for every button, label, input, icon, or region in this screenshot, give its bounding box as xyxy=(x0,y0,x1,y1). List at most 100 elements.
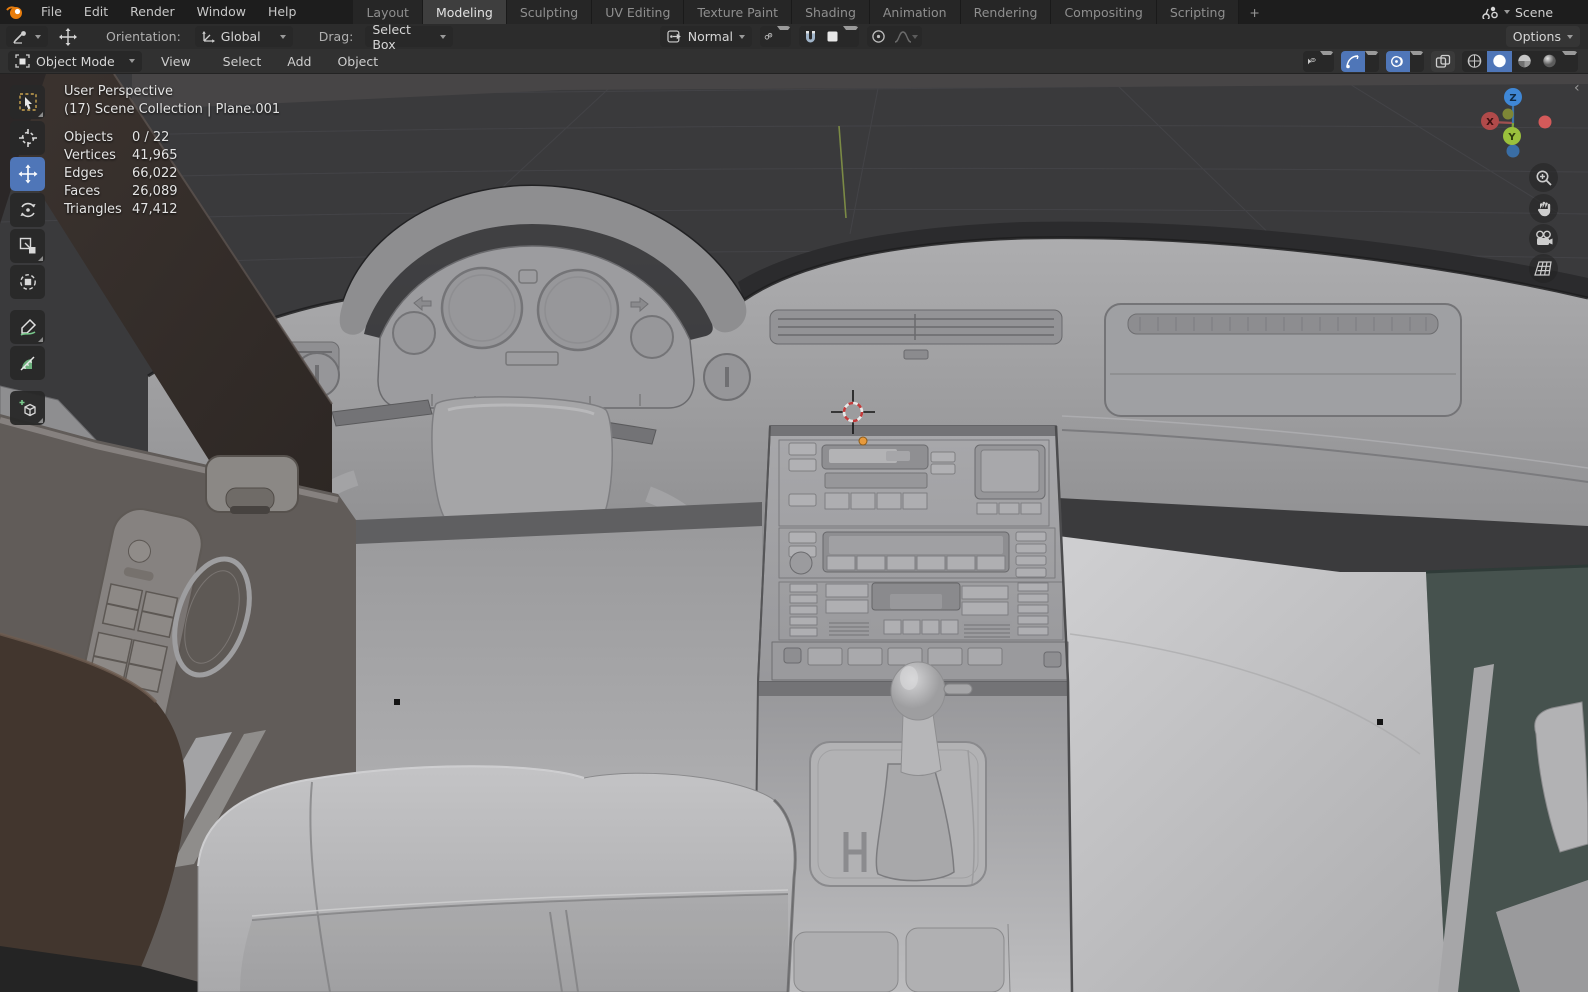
object-origin-dot xyxy=(858,436,868,446)
camera-view-button[interactable] xyxy=(1529,224,1558,253)
global-axes-icon xyxy=(201,31,215,43)
tab-rendering[interactable]: Rendering xyxy=(960,0,1052,24)
viewport-stats-overlay: User Perspective (17) Scene Collection |… xyxy=(64,84,281,217)
rotate-tool-icon xyxy=(19,202,36,218)
overlays-dropdown[interactable] xyxy=(1410,50,1424,72)
menu-add[interactable]: Add xyxy=(278,54,320,69)
workspace-tabs: Layout Modeling Sculpting UV Editing Tex… xyxy=(353,0,1269,24)
mode-value: Object Mode xyxy=(36,53,115,69)
axis-neg-y[interactable] xyxy=(1502,108,1514,120)
tab-sculpting[interactable]: Sculpting xyxy=(506,0,593,24)
transform-tool[interactable] xyxy=(10,265,45,299)
blender-logo-icon[interactable] xyxy=(0,4,30,20)
sidebar-collapse-arrow[interactable]: ‹ xyxy=(1574,80,1580,96)
menu-view[interactable]: View xyxy=(152,54,200,69)
rotate-tool[interactable] xyxy=(10,193,45,227)
shifter-knob xyxy=(890,661,946,721)
xray-toggle[interactable] xyxy=(1431,50,1455,72)
overlays-toggle[interactable] xyxy=(1386,50,1410,72)
scene-selector[interactable]: Scene xyxy=(1482,5,1588,20)
cursor-tool-icon xyxy=(18,129,37,147)
gizmos-dropdown[interactable] xyxy=(1365,50,1379,72)
svg-text:Z: Z xyxy=(1509,93,1516,104)
object-mode-icon xyxy=(15,54,30,68)
shading-material-button[interactable] xyxy=(1512,51,1537,72)
gauge-tachometer xyxy=(536,268,620,352)
proportional-edit-toggle[interactable] xyxy=(867,26,890,47)
shading-rendered-button[interactable] xyxy=(1537,51,1562,72)
pivot-value: Normal xyxy=(687,29,733,44)
snap-with-chevron[interactable] xyxy=(843,26,859,47)
add-workspace-button[interactable]: + xyxy=(1239,0,1269,24)
snap-with-button[interactable] xyxy=(822,26,843,47)
show-object-types-icon xyxy=(1308,57,1316,64)
hazard-button xyxy=(903,349,929,360)
shading-dropdown[interactable] xyxy=(1562,50,1578,72)
add-cube-icon xyxy=(19,400,36,417)
tool-settings-bar: Orientation: Global Drag: Select Box Nor… xyxy=(0,22,1588,52)
snap-target-dropdown[interactable] xyxy=(760,26,791,47)
axis-gizmo[interactable]: Z X Y xyxy=(1474,84,1558,166)
orientation-dropdown[interactable]: Global xyxy=(194,26,293,47)
pivot-point-dropdown[interactable]: Normal xyxy=(660,26,752,47)
mode-dropdown[interactable]: Object Mode xyxy=(8,50,142,72)
tab-layout[interactable]: Layout xyxy=(353,0,423,24)
select-box-icon xyxy=(18,93,37,111)
tab-animation[interactable]: Animation xyxy=(869,0,961,24)
tab-uv-editing[interactable]: UV Editing xyxy=(592,0,685,24)
scale-tool-icon xyxy=(19,237,35,254)
chevron-down-icon xyxy=(1504,10,1510,14)
pivot-icon xyxy=(667,30,681,43)
gauge-temp xyxy=(630,315,674,359)
proportional-edit-icon xyxy=(872,30,885,43)
snap-icon xyxy=(764,33,773,40)
rendered-shading-icon xyxy=(1543,54,1556,68)
annotate-tool[interactable] xyxy=(10,310,45,344)
object-visibility-dropdown[interactable] xyxy=(1303,50,1334,72)
menu-window[interactable]: Window xyxy=(186,0,257,24)
tab-modeling[interactable]: Modeling xyxy=(422,0,507,24)
options-dropdown[interactable]: Options xyxy=(1505,26,1580,47)
perspective-toggle-button[interactable] xyxy=(1529,254,1558,283)
menu-object[interactable]: Object xyxy=(328,54,387,69)
menu-select[interactable]: Select xyxy=(214,54,271,69)
transform-tool-icon xyxy=(19,274,36,290)
shading-solid-button[interactable] xyxy=(1487,50,1512,72)
axis-neg-x[interactable] xyxy=(1538,115,1552,129)
overlays-icon xyxy=(1391,55,1403,67)
scene-icon xyxy=(1482,6,1498,19)
menu-help[interactable]: Help xyxy=(257,0,308,24)
scale-tool[interactable] xyxy=(10,229,45,263)
pan-hand-icon xyxy=(1537,201,1550,216)
material-preview-icon xyxy=(1518,54,1531,68)
svg-text:Y: Y xyxy=(1507,132,1516,143)
cursor-tool[interactable] xyxy=(10,121,45,155)
move-tool[interactable] xyxy=(10,157,45,191)
menu-edit[interactable]: Edit xyxy=(73,0,119,24)
add-cube-tool[interactable] xyxy=(10,391,45,425)
drag-dropdown[interactable]: Select Box xyxy=(365,22,454,52)
menu-file[interactable]: File xyxy=(30,0,73,24)
tab-texture-paint[interactable]: Texture Paint xyxy=(684,0,793,24)
pan-button[interactable] xyxy=(1529,194,1558,223)
measure-tool[interactable] xyxy=(10,346,45,380)
tab-scripting[interactable]: Scripting xyxy=(1156,0,1240,24)
annotate-icon xyxy=(20,318,36,336)
snap-toggle-button[interactable] xyxy=(799,26,822,47)
axis-neg-z[interactable] xyxy=(1506,144,1520,158)
drag-label: Drag: xyxy=(318,29,354,44)
active-tool-dropdown[interactable] xyxy=(6,26,48,47)
falloff-dropdown[interactable] xyxy=(890,26,922,47)
tab-compositing[interactable]: Compositing xyxy=(1051,0,1157,24)
menu-render[interactable]: Render xyxy=(119,0,186,24)
zoom-button[interactable] xyxy=(1529,163,1558,192)
select-box-tool[interactable] xyxy=(10,85,45,119)
view-name: User Perspective xyxy=(64,84,174,99)
solid-shading-icon xyxy=(1493,54,1506,68)
svg-text:X: X xyxy=(1486,117,1494,128)
shading-wireframe-button[interactable] xyxy=(1462,51,1487,72)
3d-viewport[interactable]: User Perspective (17) Scene Collection |… xyxy=(0,74,1588,992)
gizmos-toggle[interactable] xyxy=(1341,50,1365,72)
scene-name: Scene xyxy=(1515,4,1554,20)
tab-shading[interactable]: Shading xyxy=(792,0,870,24)
